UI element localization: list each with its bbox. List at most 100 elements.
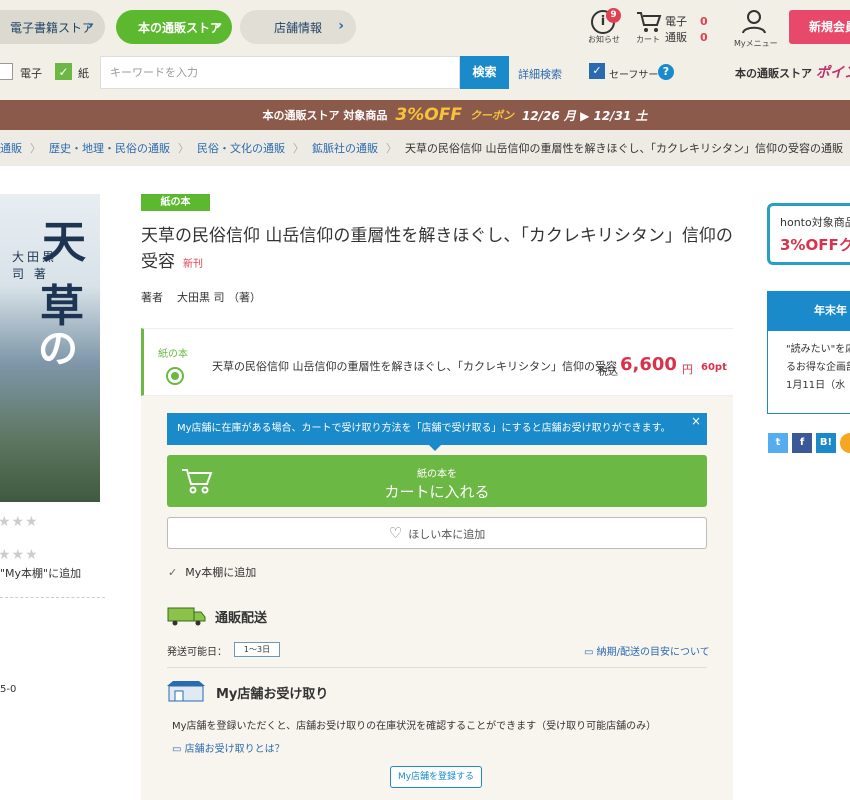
store-pickup-link-label: 店舗お受け取りとは？ xyxy=(184,744,285,755)
store-pickup-help-link[interactable]: ▭ 店舗お受け取りとは？ xyxy=(172,740,285,755)
format-radio[interactable] xyxy=(166,367,184,385)
rating-stars: ★★★ xyxy=(0,514,39,530)
campaign-header[interactable]: 年末年 xyxy=(767,291,850,331)
coupon-banner[interactable]: honto対象商品 3%OFFク xyxy=(767,203,850,265)
point-campaign-text[interactable]: 本の通販ストア ポイン xyxy=(735,62,850,82)
check-icon: ✓ xyxy=(168,566,178,579)
cart-button-line1: 紙の本を xyxy=(417,469,457,480)
cart-icon xyxy=(637,12,662,32)
point-prefix: 本の通販ストア xyxy=(735,67,812,80)
author-name[interactable]: 大田黒 司 （著） xyxy=(177,291,261,304)
tab-ebook-store[interactable]: 電子書籍ストア › xyxy=(0,10,105,44)
my-menu-button[interactable]: Myメニュー xyxy=(734,10,778,49)
tab-label: 店舗情報 xyxy=(274,20,323,35)
chevron-right-icon: › xyxy=(214,18,220,34)
breadcrumb-link[interactable]: 民俗・文化の通販 xyxy=(197,140,285,156)
delivery-link-label: 納期/配送の目安について xyxy=(596,647,710,658)
author-role: 著者 xyxy=(141,291,163,304)
tab-store-info[interactable]: 店舗情報 › xyxy=(240,10,356,44)
promo-banner[interactable]: 本の通販ストア 対象商品 3%OFF クーポン 12/26 月 ▶ 12/31 … xyxy=(0,100,850,130)
product-title-text: 天草の民俗信仰 山岳信仰の重層性を解きほぐし、「カクレキリシタン」信仰の受容 xyxy=(141,226,733,272)
add-to-cart-button[interactable]: 紙の本を カートに入れる xyxy=(167,455,707,507)
promo-prefix: 本の通販ストア 対象商品 xyxy=(262,109,388,122)
calendar-icon: ▭ xyxy=(584,647,597,658)
close-icon[interactable]: × xyxy=(691,405,701,437)
divider xyxy=(0,597,105,598)
notifications-label: お知らせ xyxy=(588,35,620,44)
breadcrumb-separator: 〉 xyxy=(386,142,397,155)
cart-button-line2: カートに入れる xyxy=(384,483,490,501)
tab-label: 本の通販ストア xyxy=(138,20,223,35)
divider xyxy=(167,667,707,668)
campaign-text: "読みたい"を応 xyxy=(786,344,850,355)
bookshelf-label: My本棚に追加 xyxy=(185,566,257,579)
delivery-info-link[interactable]: ▭ 納期/配送の目安について xyxy=(584,643,710,658)
isbn-fragment: 5-0 xyxy=(0,684,17,695)
store-icon xyxy=(167,681,205,702)
cart-icon xyxy=(182,469,213,494)
facebook-share-icon[interactable]: f xyxy=(792,433,812,453)
cart-types: 電子 通販 xyxy=(665,14,687,46)
store-pickup-notice: My店舗に在庫がある場合、カートで受け取り方法を「店舗で受け取る」にすると店舗お… xyxy=(167,413,707,451)
breadcrumb-current: 天草の民俗信仰 山岳信仰の重層性を解きほぐし、「カクレキリシタン」信仰の受容の通… xyxy=(405,142,843,155)
register-button[interactable]: 新規会員 xyxy=(789,10,850,44)
coupon-line1: honto対象商品 xyxy=(780,216,850,229)
hatena-bookmark-icon[interactable]: B! xyxy=(816,433,836,453)
wishlist-label: ほしい本に追加 xyxy=(408,528,486,541)
chevron-right-icon: › xyxy=(87,18,93,34)
advanced-search-link[interactable]: 詳細検索 xyxy=(518,66,562,82)
shipping-title: 通販配送 xyxy=(215,611,268,626)
share-icon[interactable] xyxy=(840,433,850,453)
point-emphasis: ポイン xyxy=(815,65,850,81)
cart-ebook-label: 電子 xyxy=(665,15,687,28)
coupon-line2: 3%OFFク xyxy=(780,236,850,254)
breadcrumb-separator: 〉 xyxy=(293,142,304,155)
cart-mailorder-count: 0 xyxy=(700,31,708,44)
truck-icon xyxy=(167,607,206,626)
notifications-button[interactable]: i9 お知らせ xyxy=(588,8,621,45)
notification-badge: 9 xyxy=(606,8,621,23)
paper-checkbox[interactable]: ✓ xyxy=(55,63,72,80)
new-badge: 新刊 xyxy=(183,259,203,270)
ebook-checkbox-label: 電子 xyxy=(20,67,42,80)
breadcrumb-separator: 〉 xyxy=(30,142,41,155)
breadcrumb-separator: 〉 xyxy=(178,142,189,155)
format-option-label: 紙の本 xyxy=(158,349,188,360)
tab-book-store[interactable]: 本の通販ストア › xyxy=(116,10,232,44)
search-button[interactable]: 検索 xyxy=(460,56,509,89)
my-menu-label: Myメニュー xyxy=(734,39,778,48)
ebook-checkbox[interactable] xyxy=(0,63,13,80)
promo-dates: 12/26 月 ▶ 12/31 土 xyxy=(521,108,648,123)
cart-ebook-count: 0 xyxy=(700,15,708,28)
tax-label: 税込 xyxy=(598,367,618,378)
calendar-icon: ▭ xyxy=(172,744,185,755)
cart-mailorder-label: 通販 xyxy=(665,31,687,44)
cart-button[interactable]: カート xyxy=(636,10,662,45)
breadcrumb-link[interactable]: 鉱脈社の通販 xyxy=(312,140,378,156)
register-store-button[interactable]: My店舗を登録する xyxy=(390,766,482,788)
twitter-share-icon[interactable]: t xyxy=(768,433,788,453)
breadcrumb-link[interactable]: 通販 xyxy=(0,140,22,156)
points: 60pt xyxy=(701,362,727,373)
cover-title-char: の xyxy=(38,325,78,372)
campaign-text: るお得な企画部 xyxy=(786,362,850,373)
book-cover-image[interactable]: 天 草 の 大田黒 司 著 xyxy=(0,194,100,502)
paper-checkbox-label: 紙 xyxy=(78,67,89,80)
ship-date-label: 発送可能日： xyxy=(167,647,227,658)
help-icon[interactable]: ? xyxy=(658,64,674,80)
author-line: 著者 大田黒 司 （著） xyxy=(141,289,261,305)
info-icon: i9 xyxy=(591,8,621,34)
heart-icon: ♡ xyxy=(388,524,403,542)
breadcrumb: 通販〉 歴史・地理・民俗の通販〉 民俗・文化の通販〉 鉱脈社の通販〉 天草の民俗… xyxy=(0,130,850,166)
search-input[interactable]: キーワードを入力 xyxy=(100,56,460,89)
safe-search-checkbox[interactable]: ✓ xyxy=(589,63,605,79)
store-pickup-description: My店舗を登録いただくと、店舗お受け取りの在庫状況を確認することができます（受け… xyxy=(172,721,657,732)
cart-label: カート xyxy=(636,35,660,44)
bookshelf-note[interactable]: "My本棚"に追加 xyxy=(0,565,81,581)
cart-counts: 0 0 xyxy=(700,14,708,46)
breadcrumb-link[interactable]: 歴史・地理・民俗の通販 xyxy=(49,140,170,156)
chevron-right-icon: › xyxy=(338,18,344,34)
add-to-wishlist-button[interactable]: ♡ ほしい本に追加 xyxy=(167,517,707,549)
add-to-bookshelf[interactable]: ✓ My本棚に追加 xyxy=(168,564,256,580)
rating-stars: ★★★ xyxy=(0,547,39,563)
